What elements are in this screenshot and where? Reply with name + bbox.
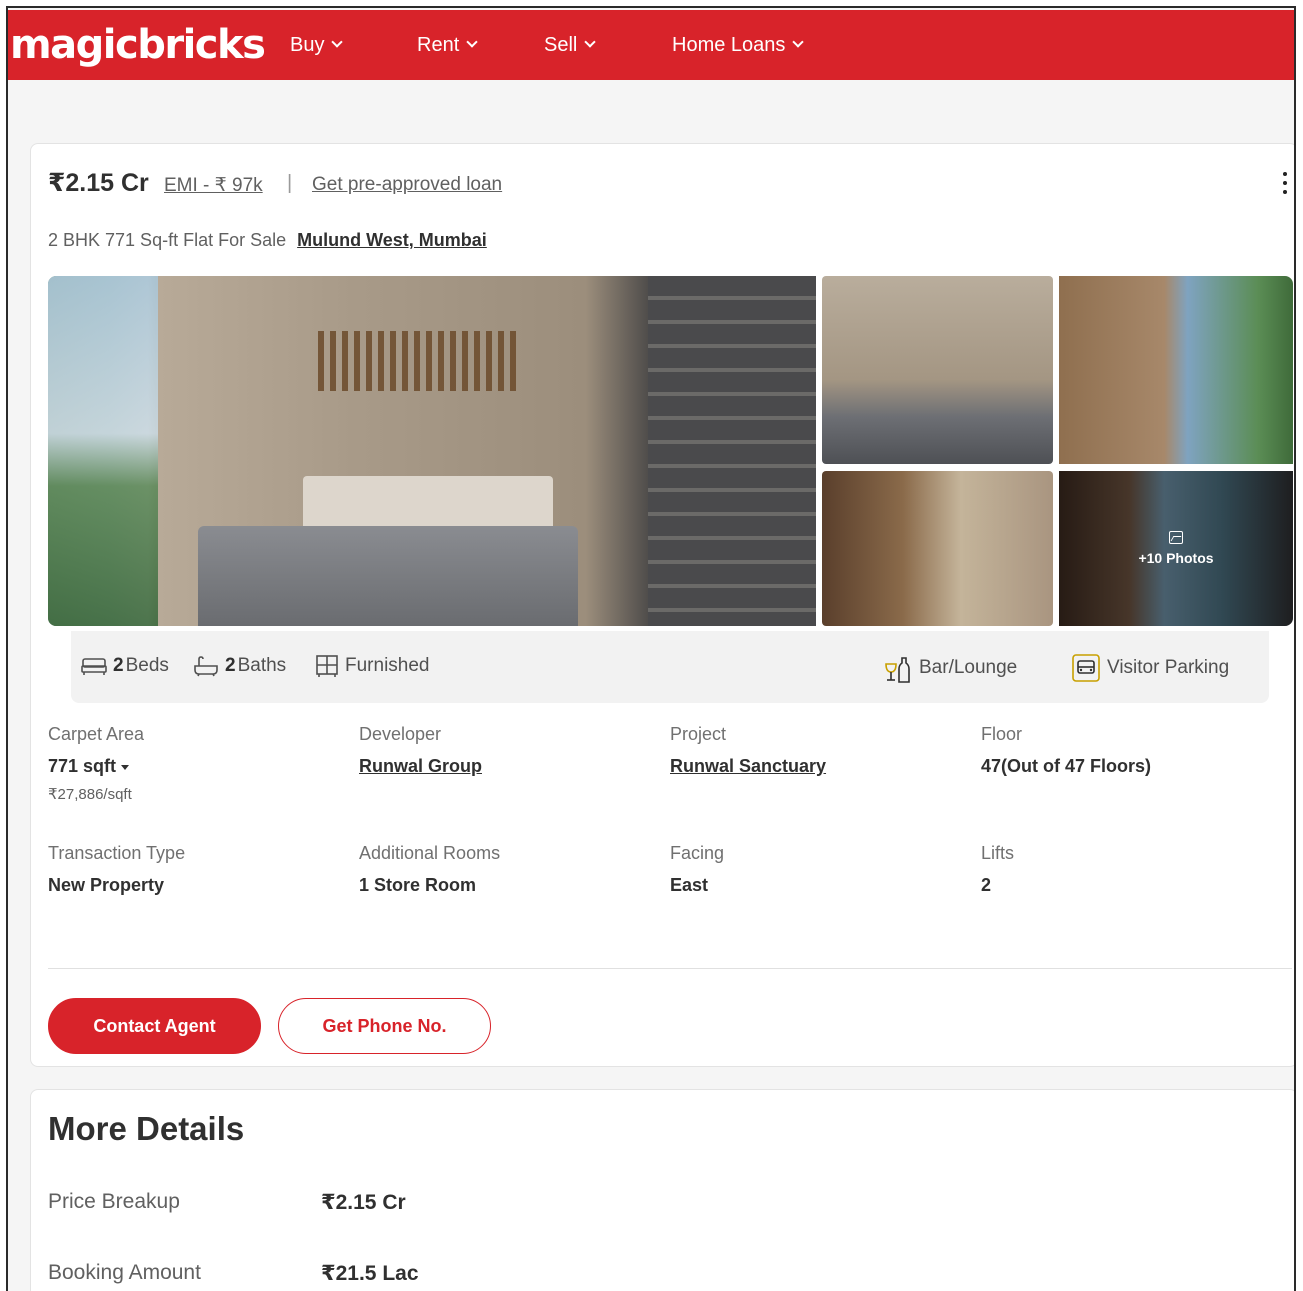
- image-icon: [1169, 531, 1183, 544]
- booking-amount-value: ₹21.5 Lac: [321, 1262, 419, 1285]
- nav-home-loans[interactable]: Home Loans: [672, 10, 805, 80]
- lifts-value: 2: [981, 875, 992, 895]
- amenities-strip: 2 Beds 2 Baths Furnished Bar/Lounge Visi…: [71, 631, 1269, 703]
- furnishing-info: Furnished: [315, 631, 430, 701]
- developer-link[interactable]: Runwal Group: [359, 756, 482, 777]
- photo-gallery: +10 Photos: [48, 276, 1293, 626]
- nav-home-loans-label: Home Loans: [672, 33, 786, 56]
- nav-sell[interactable]: Sell: [544, 10, 597, 80]
- caret-down-icon: [121, 764, 130, 770]
- wine-glass-icon: [885, 657, 910, 683]
- more-photos-overlay[interactable]: +10 Photos: [1059, 471, 1293, 626]
- baths-info: 2 Baths: [193, 631, 286, 701]
- visitor-parking-info: Visitor Parking: [1071, 633, 1229, 703]
- wall-art-shape: [318, 331, 518, 391]
- facing-value: East: [670, 875, 709, 895]
- chevron-down-icon: [584, 36, 597, 48]
- property-card: ₹2.15 Cr EMI - ₹ 97k | Get pre-approved …: [30, 143, 1294, 1067]
- additional-rooms-label: Additional Rooms: [359, 843, 501, 863]
- thumbnail-photo-2[interactable]: [1059, 276, 1293, 464]
- beds-count: 2: [113, 655, 124, 676]
- carpet-area-value[interactable]: 771 sqft: [48, 756, 130, 777]
- get-phone-button[interactable]: Get Phone No.: [278, 998, 491, 1054]
- property-title: 2 BHK 771 Sq-ft Flat For Sale: [48, 230, 287, 250]
- window-shape: [48, 276, 158, 626]
- carpet-area-text: 771 sqft: [48, 756, 117, 776]
- furniture-icon: [316, 655, 338, 677]
- chevron-down-icon: [466, 36, 478, 48]
- baths-label: Baths: [237, 655, 287, 676]
- nav-buy[interactable]: Buy: [290, 10, 344, 80]
- project-label: Project: [670, 724, 727, 744]
- more-options-icon[interactable]: [1283, 172, 1289, 199]
- baths-count: 2: [225, 655, 236, 676]
- parking-icon: [1072, 654, 1100, 682]
- floor-label: Floor: [981, 724, 1023, 744]
- nav-sell-label: Sell: [544, 33, 578, 56]
- magicbricks-logo[interactable]: magicbricks: [10, 22, 266, 68]
- top-navbar: magicbricks Buy Rent Sell Home Loans: [8, 10, 1294, 80]
- price-breakup-label: Price Breakup: [48, 1190, 180, 1213]
- pre-approved-loan-link[interactable]: Get pre-approved loan: [312, 174, 502, 196]
- visitor-parking-label: Visitor Parking: [1107, 657, 1230, 678]
- price-breakup-value: ₹2.15 Cr: [321, 1191, 406, 1214]
- wardrobe-shape: [648, 276, 816, 626]
- contact-agent-button[interactable]: Contact Agent: [48, 998, 261, 1054]
- floor-value: 47(Out of 47 Floors): [981, 756, 1152, 776]
- nav-rent[interactable]: Rent: [417, 10, 478, 80]
- chevron-down-icon: [792, 36, 805, 48]
- thumbnail-photo-4[interactable]: +10 Photos: [1059, 471, 1293, 626]
- separator: |: [287, 172, 293, 194]
- additional-rooms-value: 1 Store Room: [359, 875, 477, 895]
- transaction-type-value: New Property: [48, 875, 165, 895]
- nav-buy-label: Buy: [290, 33, 325, 56]
- bar-lounge-info: Bar/Lounge: [883, 633, 1017, 703]
- chevron-down-icon: [331, 36, 344, 48]
- booking-amount-label: Booking Amount: [48, 1261, 201, 1284]
- bar-lounge-label: Bar/Lounge: [919, 657, 1018, 678]
- main-photo[interactable]: [48, 276, 816, 626]
- furnishing-label: Furnished: [345, 655, 430, 676]
- price-per-sqft: ₹27,886/sqft: [48, 786, 132, 803]
- divider: [48, 968, 1292, 969]
- more-photos-label: +10 Photos: [1138, 550, 1214, 566]
- carpet-area-label: Carpet Area: [48, 724, 145, 744]
- more-details-card: More Details Price Breakup ₹2.15 Cr Book…: [30, 1089, 1294, 1291]
- location-link[interactable]: Mulund West, Mumbai: [297, 230, 487, 250]
- emi-link[interactable]: EMI - ₹ 97k: [164, 174, 263, 197]
- beds-label: Beds: [125, 655, 169, 676]
- transaction-type-label: Transaction Type: [48, 843, 186, 863]
- nav-rent-label: Rent: [417, 33, 460, 56]
- bed-icon: [81, 658, 107, 675]
- developer-label: Developer: [359, 724, 442, 744]
- more-details-title: More Details: [48, 1110, 245, 1147]
- lifts-label: Lifts: [981, 843, 1015, 863]
- bathtub-icon: [194, 656, 218, 677]
- facing-label: Facing: [670, 843, 725, 863]
- property-price: ₹2.15 Cr: [48, 169, 149, 197]
- page-frame: magicbricks Buy Rent Sell Home Loans ₹2.…: [6, 6, 1296, 1291]
- thumbnail-photo-3[interactable]: [822, 471, 1053, 626]
- beds-info: 2 Beds: [81, 631, 169, 701]
- bed-shape: [198, 526, 578, 626]
- project-link[interactable]: Runwal Sanctuary: [670, 756, 826, 777]
- property-subtitle: 2 BHK 771 Sq-ft Flat For Sale Mulund Wes…: [48, 230, 487, 251]
- thumbnail-photo-1[interactable]: [822, 276, 1053, 464]
